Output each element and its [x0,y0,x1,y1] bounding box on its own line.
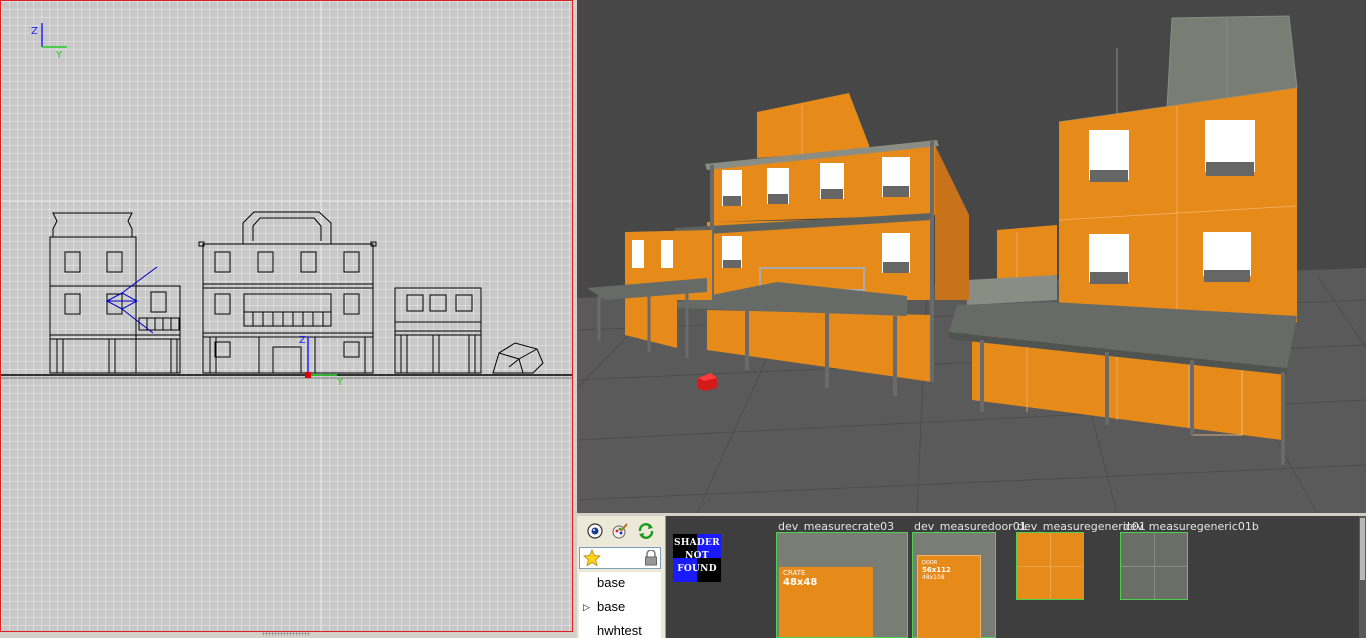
building-middle-wireframe [198,211,377,374]
lock-icon[interactable] [644,549,658,570]
building-right-wireframe [394,287,482,374]
refresh-icon[interactable] [636,521,656,541]
texture-folder-tree[interactable]: base ▷ base hwhtest [579,572,661,638]
tree-item-hwhtest[interactable]: hwhtest [579,620,661,638]
perspective-view-canvas [577,15,1366,513]
texture-browser[interactable]: base ▷ base hwhtest SHADER NOT FOUND dev… [577,516,1366,638]
texture-browser-scrollbar[interactable] [1359,516,1366,638]
building-right-3d [949,15,1298,465]
texture-tile-measuredoor[interactable]: DOOR 56x112 48x108 [912,532,996,638]
texture-tile-measuregeneric01b[interactable] [1120,532,1188,600]
light-entity-icon [105,266,158,334]
perspective-viewport-3d[interactable] [577,0,1366,513]
door-texture-preview: DOOR 56x112 48x108 [917,555,981,638]
expand-arrow-icon[interactable]: ▷ [583,596,590,618]
ortho-viewport-side[interactable]: Z Y Z Y [0,0,573,632]
origin-axis-z-label: Z [299,335,306,346]
building-left-wireframe [49,212,181,374]
texture-tile-measurecrate[interactable]: CRATE 48x48 [776,532,908,638]
texture-browser-sidebar: base ▷ base hwhtest [577,516,666,638]
axis-y-label: Y [55,50,63,61]
favorite-star-icon[interactable] [583,548,601,571]
rock-prop-wireframe [492,342,544,374]
shader-not-found-texture[interactable]: SHADER NOT FOUND [673,534,721,582]
scrollbar-thumb[interactable] [1360,518,1365,580]
ortho-view-canvas: Z Y Z Y [1,1,572,631]
crate-texture-preview: CRATE 48x48 [779,567,873,637]
texture-tile-measuregeneric01[interactable] [1016,532,1084,600]
building-middle-3d [675,93,969,396]
favorites-filter[interactable] [579,547,661,569]
tree-item-base[interactable]: base [579,572,661,594]
origin-axis-y-label: Y [336,377,344,388]
tree-item-base-expandable[interactable]: ▷ base [579,596,661,618]
axis-z-label: Z [31,26,38,37]
camera-eye-icon[interactable] [585,521,605,541]
splitter-grip[interactable] [262,632,310,636]
edit-shader-icon[interactable] [610,521,630,541]
view-axis-indicator: Z Y [31,23,67,61]
